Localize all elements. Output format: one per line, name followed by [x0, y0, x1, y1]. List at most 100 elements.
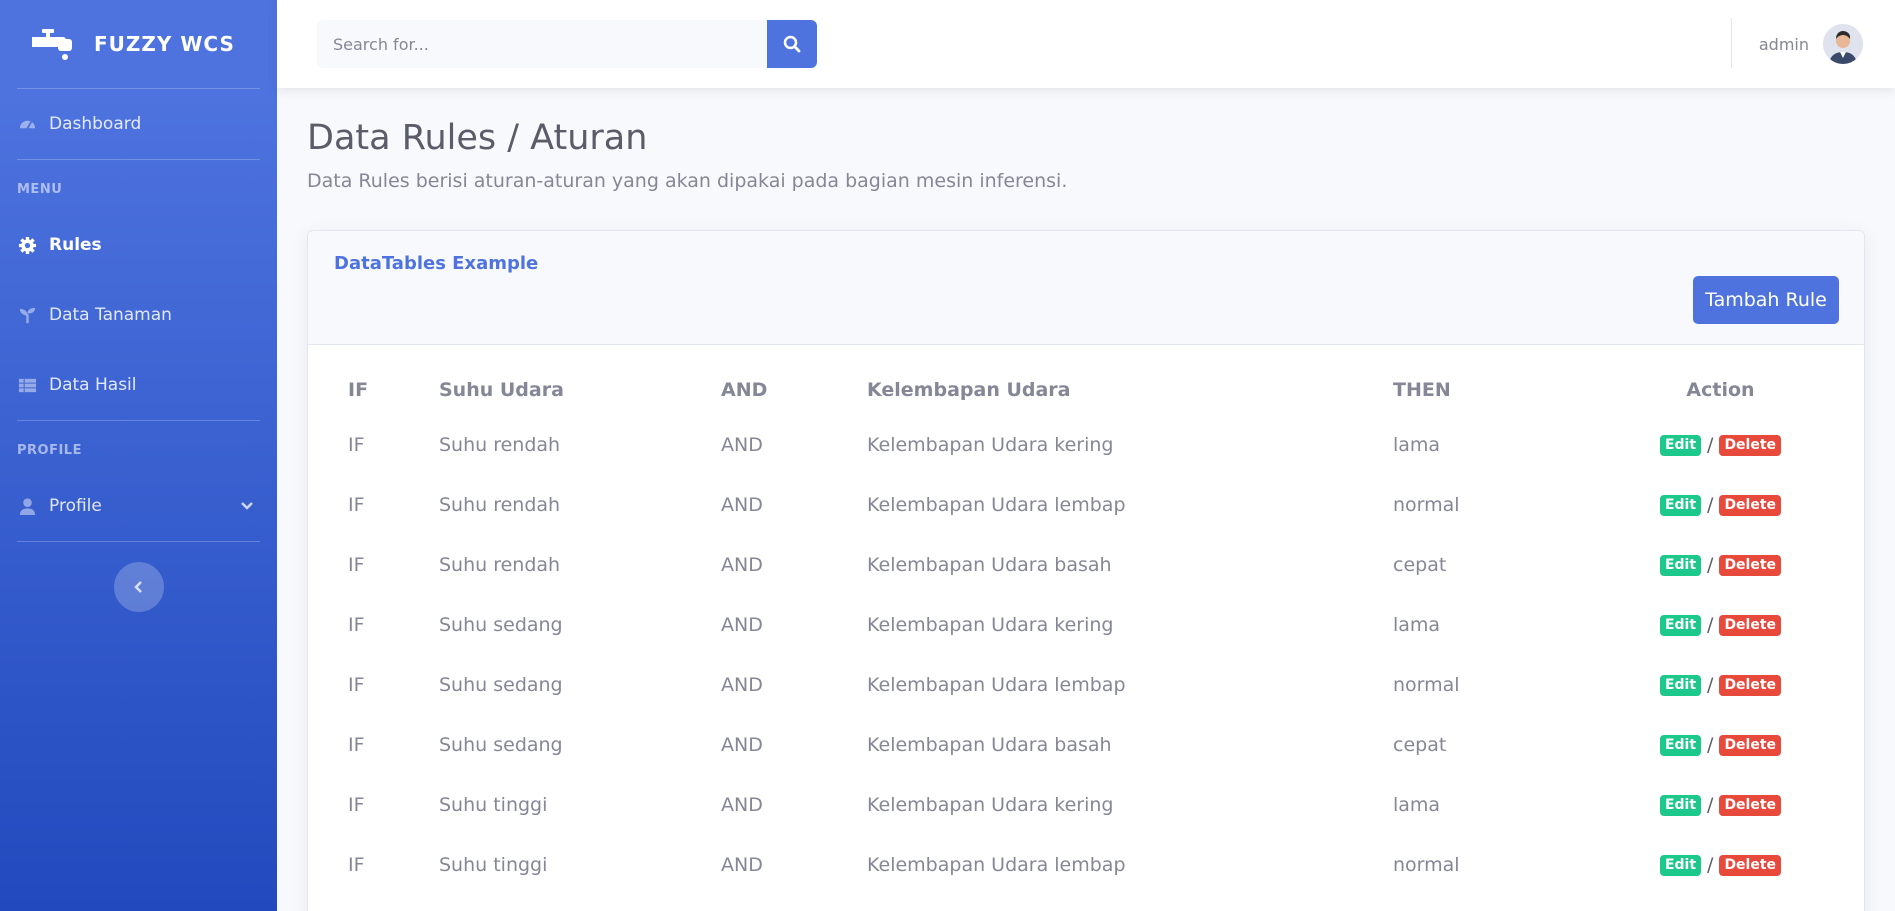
delete-button[interactable]: Delete — [1719, 674, 1782, 696]
sidebar-item-data-hasil[interactable]: Data Hasil — [0, 350, 277, 420]
delete-button[interactable]: Delete — [1719, 554, 1782, 576]
cell-if: IF — [348, 674, 365, 696]
sidebar-heading-menu: MENU — [17, 182, 63, 197]
delete-button[interactable]: Delete — [1719, 734, 1782, 756]
cell-then: lama — [1393, 614, 1441, 636]
search-icon — [783, 35, 801, 53]
delete-button[interactable]: Delete — [1719, 854, 1782, 876]
brand[interactable]: FUZZY WCS — [0, 0, 277, 88]
tachometer-icon — [18, 115, 37, 134]
cell-suhu: Suhu sedang — [439, 674, 563, 696]
cell-action: Edit / Delete — [1613, 595, 1828, 655]
cell-if: IF — [348, 554, 365, 576]
sidebar: FUZZY WCS Dashboard MENU Rules Data Tana… — [0, 0, 277, 911]
cell-and: AND — [721, 854, 763, 876]
action-separator: / — [1707, 554, 1714, 577]
edit-button[interactable]: Edit — [1659, 494, 1702, 516]
search-bar — [317, 20, 817, 68]
sidebar-item-label: Data Hasil — [49, 375, 137, 395]
faucet-icon — [32, 29, 72, 60]
sidebar-item-dashboard[interactable]: Dashboard — [0, 89, 277, 159]
user-menu[interactable]: admin — [1759, 24, 1863, 64]
cell-action: Edit / Delete — [1613, 535, 1828, 595]
card-title: DataTables Example — [334, 253, 539, 274]
cell-and: AND — [721, 494, 763, 516]
cell-and: AND — [721, 434, 763, 456]
column-header-and[interactable]: AND — [721, 365, 867, 415]
cell-then: cepat — [1393, 554, 1447, 576]
cell-kelembapan: Kelembapan Udara basah — [867, 734, 1112, 756]
cell-if: IF — [348, 494, 365, 516]
action-separator: / — [1707, 794, 1714, 817]
gear-icon — [18, 236, 37, 255]
rules-table: IF Suhu Udara AND Kelembapan Udara THEN … — [348, 365, 1828, 895]
column-header-kelembapan[interactable]: Kelembapan Udara — [867, 365, 1393, 415]
cell-then: normal — [1393, 854, 1460, 876]
cell-action: Edit / Delete — [1613, 475, 1828, 535]
table-row: IF Suhu rendah AND Kelembapan Udara lembap n… — [348, 475, 1828, 535]
cell-and: AND — [721, 554, 763, 576]
cell-if: IF — [348, 734, 365, 756]
cell-then: normal — [1393, 674, 1460, 696]
cell-and: AND — [721, 674, 763, 696]
column-header-then[interactable]: THEN — [1393, 365, 1613, 415]
seedling-icon — [18, 306, 37, 325]
edit-button[interactable]: Edit — [1659, 614, 1702, 636]
action-separator: / — [1707, 734, 1714, 757]
sidebar-item-profile[interactable]: Profile — [0, 471, 277, 541]
edit-button[interactable]: Edit — [1659, 434, 1702, 456]
cell-action: Edit / Delete — [1613, 415, 1828, 475]
column-header-suhu[interactable]: Suhu Udara — [439, 365, 721, 415]
main-content: Data Rules / Aturan Data Rules berisi at… — [307, 88, 1865, 911]
column-header-action[interactable]: Action — [1613, 365, 1828, 415]
cell-suhu: Suhu rendah — [439, 494, 561, 516]
cell-suhu: Suhu tinggi — [439, 854, 548, 876]
chevron-left-icon — [133, 581, 142, 593]
delete-button[interactable]: Delete — [1719, 434, 1782, 456]
cell-action: Edit / Delete — [1613, 835, 1828, 895]
add-rule-button[interactable]: Tambah Rule — [1693, 276, 1839, 324]
user-icon — [18, 497, 37, 516]
edit-button[interactable]: Edit — [1659, 794, 1702, 816]
sidebar-item-rules[interactable]: Rules — [0, 210, 277, 280]
cell-suhu: Suhu sedang — [439, 614, 563, 636]
cell-then: lama — [1393, 434, 1441, 456]
delete-button[interactable]: Delete — [1719, 794, 1782, 816]
sidebar-item-label: Dashboard — [49, 114, 142, 134]
avatar-image — [1823, 24, 1863, 64]
avatar[interactable] — [1823, 24, 1863, 64]
cell-action: Edit / Delete — [1613, 655, 1828, 715]
cell-kelembapan: Kelembapan Udara kering — [867, 434, 1114, 456]
cell-suhu: Suhu sedang — [439, 734, 563, 756]
cell-then: normal — [1393, 494, 1460, 516]
action-separator: / — [1707, 854, 1714, 877]
edit-button[interactable]: Edit — [1659, 854, 1702, 876]
action-separator: / — [1707, 614, 1714, 637]
cell-and: AND — [721, 734, 763, 756]
cell-if: IF — [348, 854, 365, 876]
cell-and: AND — [721, 794, 763, 816]
delete-button[interactable]: Delete — [1719, 614, 1782, 636]
cell-suhu: Suhu rendah — [439, 434, 561, 456]
search-input[interactable] — [317, 20, 767, 68]
edit-button[interactable]: Edit — [1659, 734, 1702, 756]
sidebar-item-label: Rules — [49, 235, 102, 255]
cell-suhu: Suhu rendah — [439, 554, 561, 576]
cell-kelembapan: Kelembapan Udara lembap — [867, 494, 1126, 516]
sidebar-item-data-tanaman[interactable]: Data Tanaman — [0, 280, 277, 350]
table-row: IF Suhu sedang AND Kelembapan Udara basah ce… — [348, 715, 1828, 775]
cell-if: IF — [348, 434, 365, 456]
edit-button[interactable]: Edit — [1659, 674, 1702, 696]
rules-card: DataTables Example Tambah Rule IF Suhu U… — [307, 230, 1865, 911]
cell-kelembapan: Kelembapan Udara kering — [867, 614, 1114, 636]
action-separator: / — [1707, 494, 1714, 517]
sidebar-toggle-button[interactable] — [113, 562, 164, 612]
topbar: admin — [277, 0, 1895, 88]
table-row: IF Suhu rendah AND Kelembapan Udara basah ce… — [348, 535, 1828, 595]
cell-kelembapan: Kelembapan Udara kering — [867, 794, 1114, 816]
column-header-if[interactable]: IF — [348, 365, 439, 415]
search-button[interactable] — [767, 20, 817, 68]
table-row: IF Suhu sedang AND Kelembapan Udara lembap n… — [348, 655, 1828, 715]
edit-button[interactable]: Edit — [1659, 554, 1702, 576]
delete-button[interactable]: Delete — [1719, 494, 1782, 516]
